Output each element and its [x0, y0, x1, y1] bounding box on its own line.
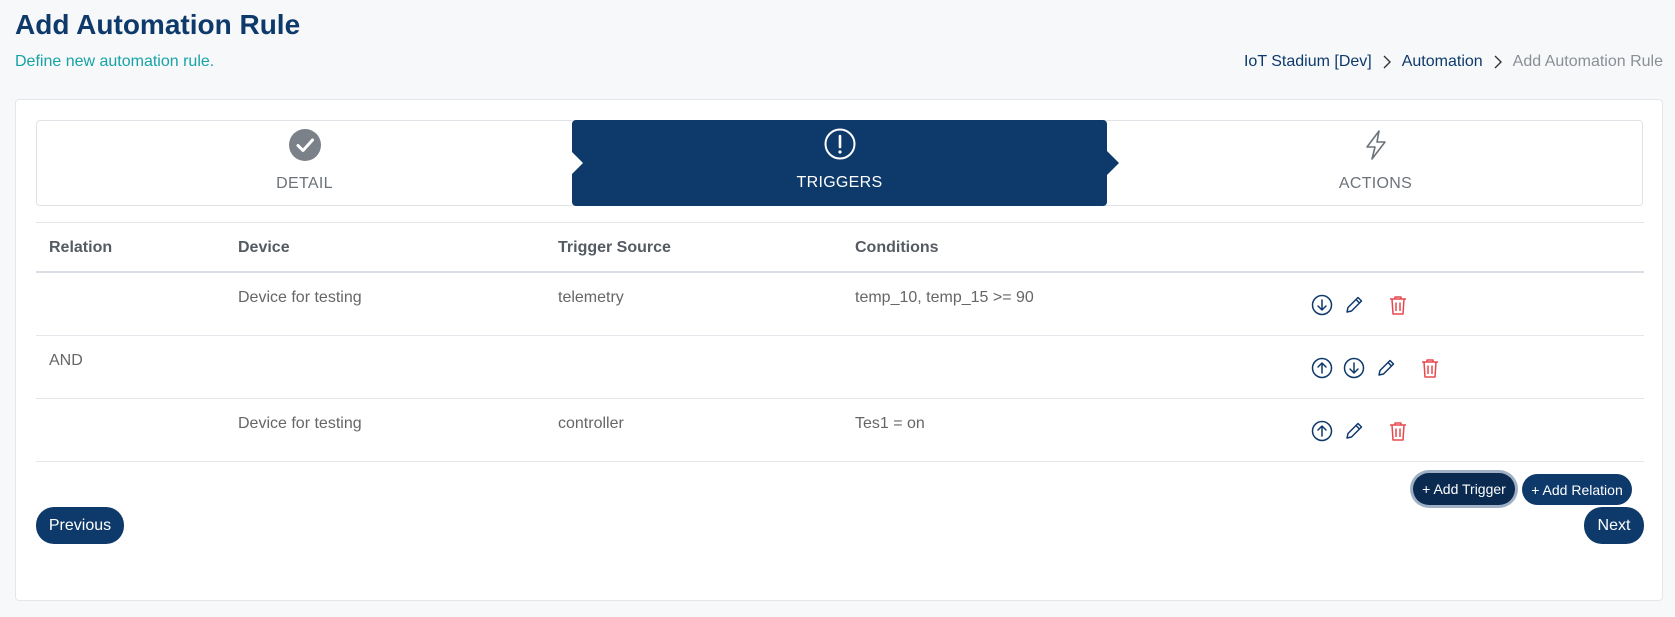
add-relation-button[interactable]: + Add Relation: [1522, 474, 1632, 505]
add-trigger-button[interactable]: + Add Trigger: [1413, 473, 1515, 505]
step-label: ACTIONS: [1338, 175, 1413, 192]
column-header-trigger-source: Trigger Source: [558, 239, 671, 256]
edit-icon[interactable]: [1343, 419, 1365, 443]
breadcrumb-item-current: Add Automation Rule: [1512, 53, 1663, 70]
move-up-icon[interactable]: [1311, 356, 1333, 380]
move-down-icon[interactable]: [1343, 356, 1365, 380]
cell-trigger-source: controller: [558, 415, 624, 432]
next-button[interactable]: Next: [1584, 507, 1644, 544]
cell-device: Device for testing: [238, 289, 362, 306]
row-actions: [1311, 293, 1409, 317]
step-label: TRIGGERS: [796, 174, 883, 191]
row-actions: [1311, 419, 1409, 443]
move-down-icon[interactable]: [1311, 293, 1333, 317]
page-title: Add Automation Rule: [15, 9, 301, 40]
previous-button[interactable]: Previous: [36, 507, 124, 544]
chevron-right-icon: [1493, 55, 1503, 69]
cell-conditions: Tes1 = on: [855, 415, 925, 432]
cell-trigger-source: telemetry: [558, 289, 624, 306]
step-arrow: [571, 151, 583, 175]
step-detail[interactable]: DETAIL: [37, 121, 572, 205]
triggers-table: Relation Device Trigger Source Condition…: [36, 222, 1644, 462]
move-up-icon[interactable]: [1311, 419, 1333, 443]
page-subtitle: Define new automation rule.: [15, 53, 215, 70]
chevron-right-icon: [1382, 55, 1392, 69]
table-row: Device for testing telemetry temp_10, te…: [36, 273, 1644, 336]
table-header: Relation Device Trigger Source Condition…: [36, 222, 1644, 273]
cell-device: Device for testing: [238, 415, 362, 432]
cell-conditions: temp_10, temp_15 >= 90: [855, 289, 1034, 306]
exclamation-circle-icon: [823, 127, 857, 166]
column-header-conditions: Conditions: [855, 239, 939, 256]
table-row: Device for testing controller Tes1 = on: [36, 399, 1644, 462]
column-header-device: Device: [238, 239, 290, 256]
step-label: DETAIL: [276, 175, 333, 192]
breadcrumb-item-project[interactable]: IoT Stadium [Dev]: [1244, 53, 1372, 71]
step-actions[interactable]: ACTIONS: [1108, 121, 1643, 205]
step-triggers[interactable]: TRIGGERS: [571, 120, 1119, 206]
breadcrumb: IoT Stadium [Dev] Automation Add Automat…: [1244, 53, 1663, 71]
breadcrumb-item-automation[interactable]: Automation: [1402, 53, 1483, 71]
rule-card: DETAIL TRIGGERS ACTIONS Relation Device …: [15, 99, 1663, 601]
trash-icon[interactable]: [1419, 356, 1441, 380]
check-circle-icon: [288, 128, 322, 167]
wizard-stepper: DETAIL TRIGGERS ACTIONS: [36, 120, 1643, 206]
edit-icon[interactable]: [1343, 293, 1365, 317]
column-header-relation: Relation: [49, 239, 113, 256]
trash-icon[interactable]: [1387, 293, 1409, 317]
cell-relation: AND: [49, 352, 83, 369]
trash-icon[interactable]: [1387, 419, 1409, 443]
row-actions: [1311, 356, 1441, 380]
edit-icon[interactable]: [1375, 356, 1397, 380]
lightning-icon: [1359, 128, 1393, 167]
table-row: AND: [36, 336, 1644, 399]
